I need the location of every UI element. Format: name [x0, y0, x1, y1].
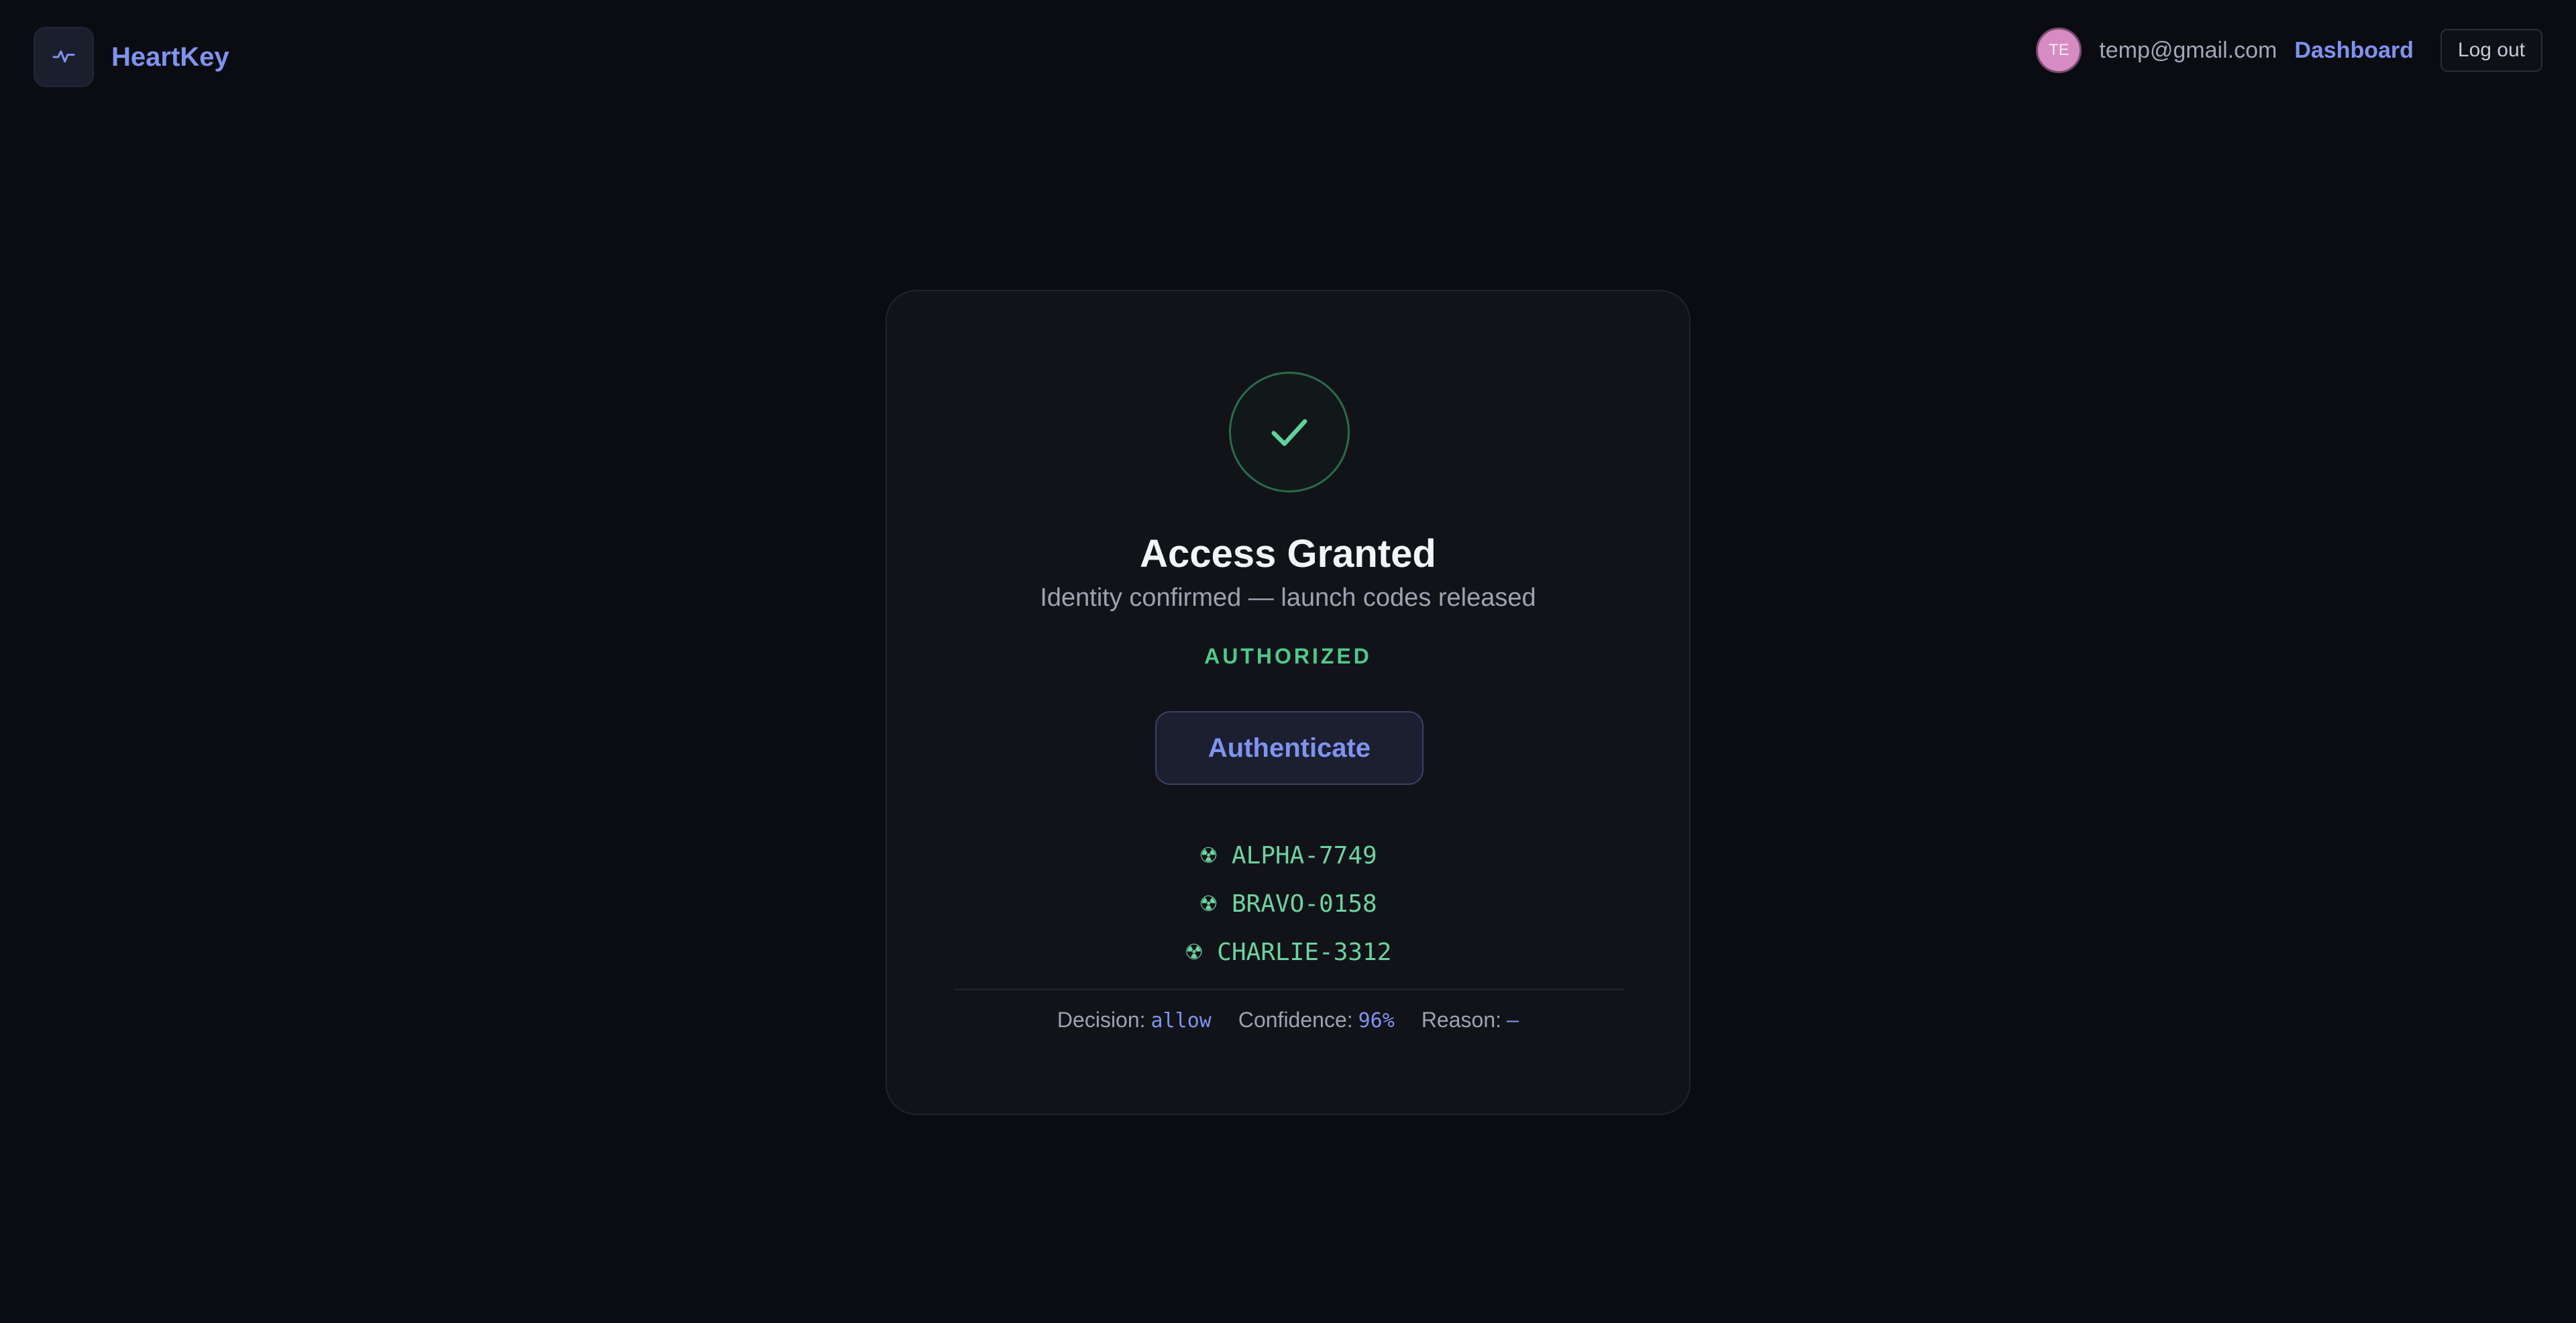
launch-code: ALPHA-7749	[1231, 841, 1377, 869]
confidence-item: Confidence: 96%	[1238, 1008, 1395, 1033]
list-item: ☢ ALPHA-7749	[887, 831, 1689, 880]
status-badge: AUTHORIZED	[1204, 644, 1372, 668]
dashboard-link[interactable]: Dashboard	[2294, 38, 2414, 64]
checkmark-icon	[1271, 419, 1307, 446]
reason-value: —	[1507, 1009, 1519, 1033]
divider	[954, 989, 1625, 990]
user-area: TE temp@gmail.com Dashboard Log out	[2036, 27, 2542, 74]
reason-item: Reason: —	[1421, 1008, 1519, 1033]
top-bar: HeartKey TE temp@gmail.com Dashboard Log…	[0, 0, 2576, 114]
subtitle: Identity confirmed — launch codes releas…	[1040, 584, 1536, 612]
user-email: temp@gmail.com	[2099, 37, 2277, 63]
decision-label: Decision:	[1057, 1008, 1146, 1032]
radiation-icon: ☢	[1184, 939, 1204, 965]
list-item: ☢ CHARLIE-3312	[887, 928, 1689, 976]
brand-name: HeartKey	[111, 42, 229, 72]
list-item: ☢ BRAVO-0158	[887, 880, 1689, 928]
radiation-icon: ☢	[1199, 843, 1218, 868]
access-card: Access Granted Identity confirmed — laun…	[885, 290, 1690, 1115]
pulse-icon	[52, 50, 75, 63]
launch-code: BRAVO-0158	[1231, 890, 1377, 918]
decision-value: allow	[1150, 1009, 1212, 1033]
decision-meta: Decision: allow Confidence: 96% Reason: —	[887, 1008, 1689, 1033]
confidence-label: Confidence:	[1238, 1008, 1353, 1032]
radiation-icon: ☢	[1199, 891, 1218, 916]
authenticate-button[interactable]: Authenticate	[1155, 711, 1424, 785]
success-badge	[1229, 372, 1350, 492]
page-title: Access Granted	[1140, 532, 1436, 576]
launch-codes-list: ☢ ALPHA-7749 ☢ BRAVO-0158 ☢ CHARLIE-3312	[887, 831, 1689, 976]
logout-button[interactable]: Log out	[2440, 29, 2542, 72]
launch-code: CHARLIE-3312	[1217, 938, 1392, 966]
confidence-value: 96%	[1358, 1009, 1395, 1033]
avatar[interactable]: TE	[2036, 28, 2082, 73]
decision-item: Decision: allow	[1057, 1008, 1212, 1033]
brand[interactable]: HeartKey	[34, 27, 229, 87]
brand-logo	[34, 27, 94, 87]
reason-label: Reason:	[1421, 1008, 1501, 1032]
